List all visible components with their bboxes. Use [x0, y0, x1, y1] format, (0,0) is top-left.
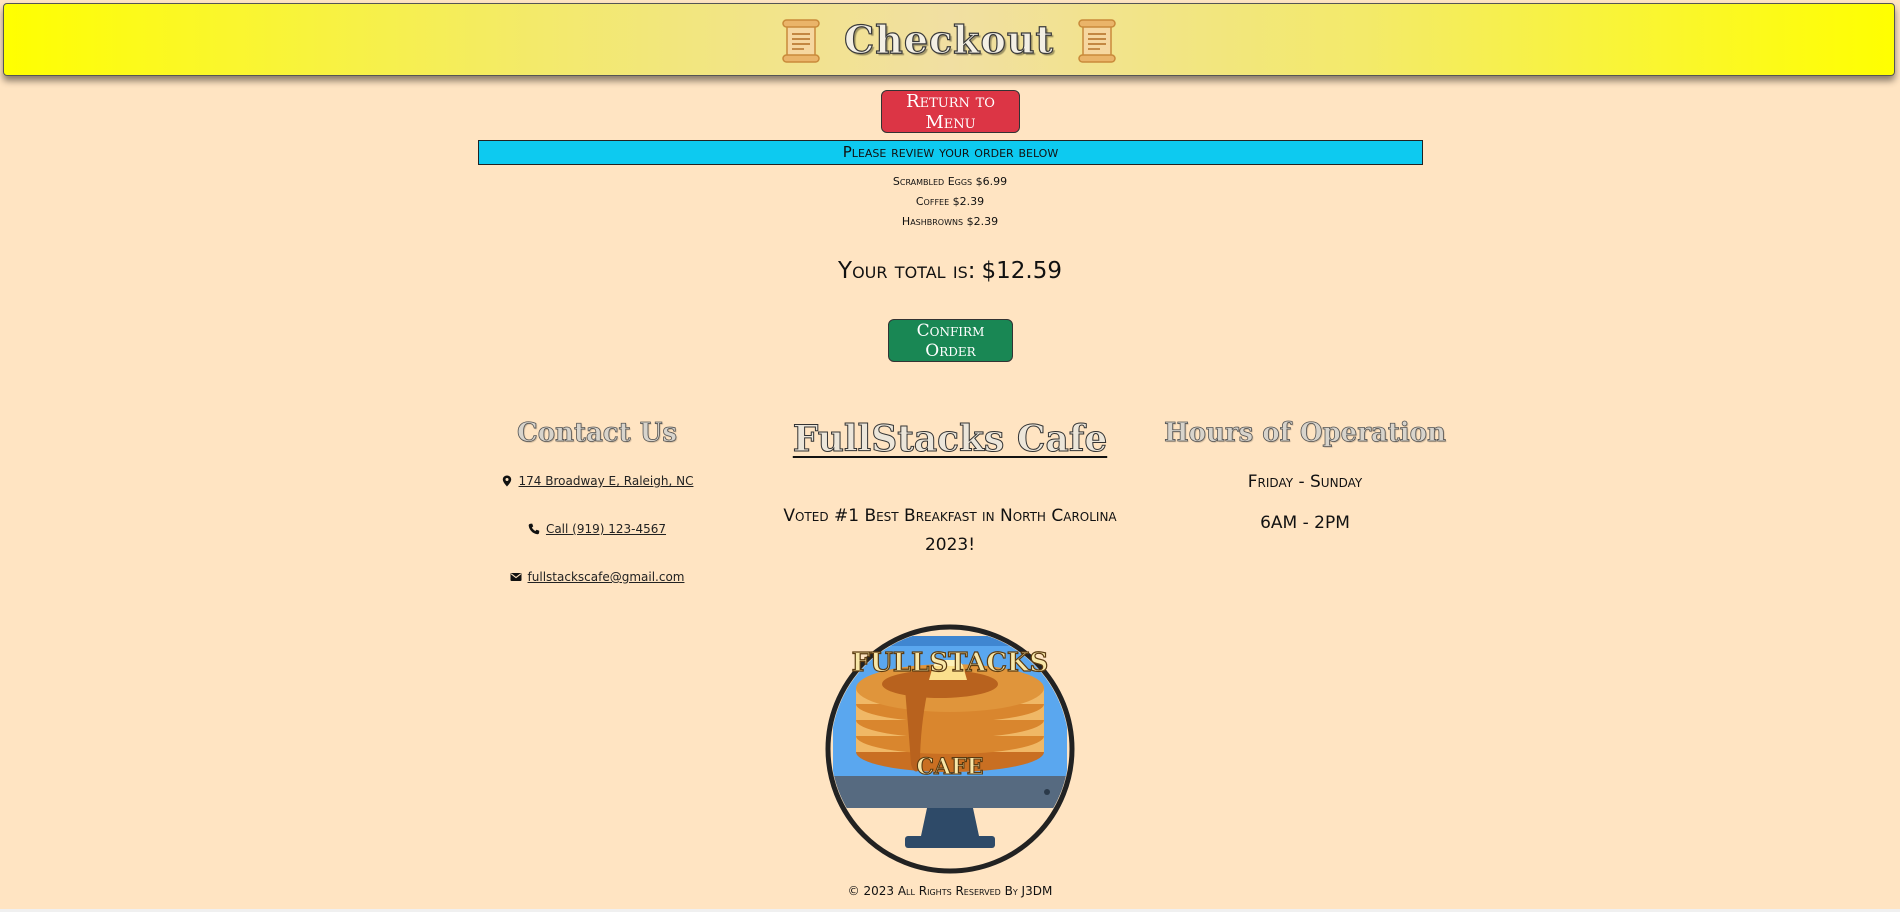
page-header: Checkout — [3, 3, 1895, 76]
logo-text-top: FULLSTACKS — [852, 648, 1049, 678]
logo-text-bottom: CAFE — [917, 754, 984, 780]
order-item: Hashbrowns $2.39 — [901, 215, 999, 228]
order-item: Coffee $2.39 — [915, 195, 985, 208]
contact-heading: Contact Us — [517, 418, 678, 449]
email-link[interactable]: fullstackscafe@gmail.com — [528, 570, 685, 584]
contact-email: fullstackscafe@gmail.com — [450, 570, 744, 584]
hours-days: Friday - Sunday — [1247, 472, 1363, 492]
total-label: Your total is: — [838, 258, 976, 284]
order-list: Scrambled Eggs $6.99 Coffee $2.39 Hashbr… — [800, 172, 1100, 232]
brand-title: FullStacks Cafe — [792, 418, 1108, 461]
hours-times: 6AM - 2PM — [1260, 513, 1350, 533]
cafe-logo: FULLSTACKS CAFE — [825, 624, 1075, 874]
envelope-icon — [510, 573, 522, 581]
address-link[interactable]: 174 Broadway E, Raleigh, NC — [519, 474, 694, 488]
contact-phone: Call (919) 123-4567 — [450, 522, 744, 536]
phone-link[interactable]: Call (919) 123-4567 — [546, 522, 666, 536]
scroll-icon — [782, 18, 820, 63]
order-item: Scrambled Eggs $6.99 — [892, 175, 1008, 188]
order-total: Your total is: $12.59 — [700, 258, 1200, 284]
return-to-menu-button[interactable]: Return to Menu — [881, 90, 1020, 133]
page-title: Checkout — [843, 16, 1055, 62]
location-pin-icon — [502, 475, 511, 487]
total-value: $12.59 — [981, 258, 1062, 284]
phone-icon — [528, 523, 540, 535]
scroll-icon — [1078, 18, 1116, 63]
review-banner: Please review your order below — [478, 140, 1423, 165]
header-title-group: Checkout — [780, 16, 1118, 64]
hours-heading: Hours of Operation — [1164, 418, 1447, 449]
contact-address: 174 Broadway E, Raleigh, NC — [450, 474, 744, 488]
brand-tagline: Voted #1 Best Breakfast in North Carolin… — [783, 506, 1117, 555]
confirm-order-button[interactable]: Confirm Order — [888, 319, 1013, 362]
copyright-text: © 2023 All Rights Reserved By J3DM — [847, 884, 1053, 898]
